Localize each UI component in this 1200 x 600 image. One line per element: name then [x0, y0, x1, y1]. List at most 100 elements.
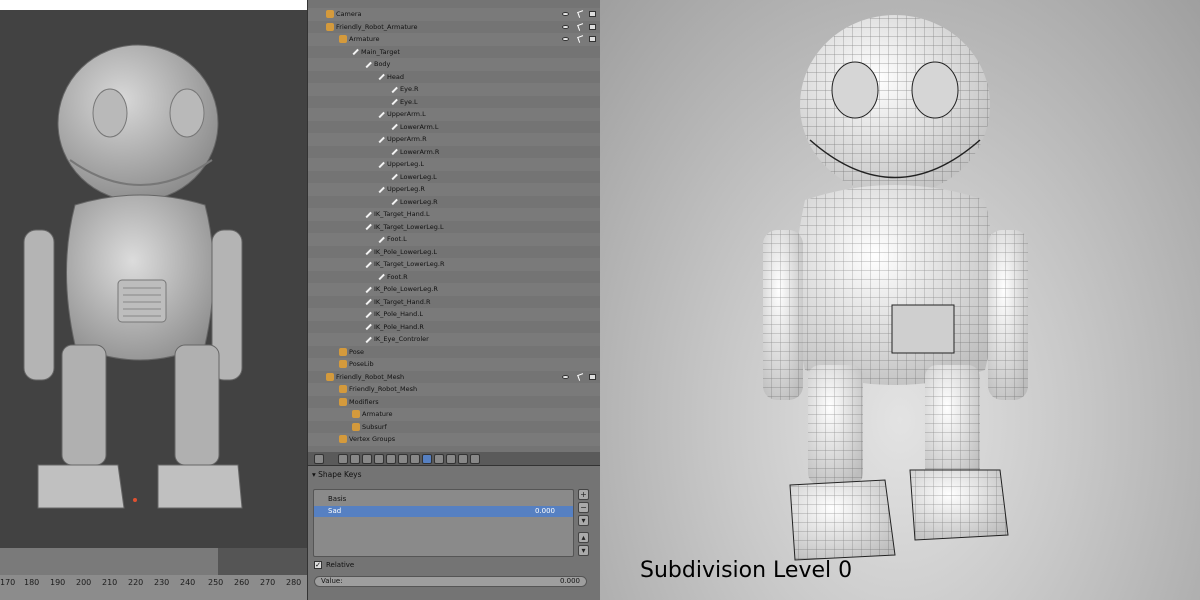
outliner-item[interactable]: IK_Target_Hand.L: [365, 208, 430, 221]
visibility-eye-icon[interactable]: [562, 374, 569, 379]
render-camera-icon[interactable]: [589, 23, 596, 30]
outliner-item[interactable]: Armature: [352, 408, 393, 421]
render-icon[interactable]: [338, 454, 348, 464]
outliner-row[interactable]: LowerArm.L: [308, 121, 600, 134]
outliner-item[interactable]: Friendly_Robot_Mesh: [339, 383, 417, 396]
outliner-row[interactable]: UpperArm.R: [308, 133, 600, 146]
outliner-item[interactable]: Friendly_Robot_Mesh: [326, 371, 404, 384]
outliner-row[interactable]: IK_Pole_LowerLeg.L: [308, 246, 600, 259]
render-camera-icon[interactable]: [589, 36, 596, 42]
outliner-row[interactable]: LowerArm.R: [308, 146, 600, 159]
outliner-row[interactable]: Head: [308, 71, 600, 84]
material-icon[interactable]: [434, 454, 444, 464]
selectable-arrow-icon[interactable]: [577, 35, 585, 43]
move-down-button[interactable]: ▾: [578, 545, 589, 556]
selectable-arrow-icon[interactable]: [577, 372, 585, 381]
outliner-item[interactable]: LowerArm.R: [391, 146, 439, 159]
selectable-arrow-icon[interactable]: [577, 10, 585, 18]
outliner-item[interactable]: IK_Target_LowerLeg.L: [365, 221, 444, 234]
remove-shape-key-button[interactable]: −: [578, 502, 589, 513]
outliner-item[interactable]: Vertex Groups: [339, 433, 395, 446]
render-camera-icon[interactable]: [589, 373, 596, 380]
move-up-button[interactable]: ▴: [578, 532, 589, 543]
outliner-item[interactable]: Eye.L: [391, 96, 418, 109]
outliner-row[interactable]: Friendly_Robot_Armature: [308, 21, 600, 34]
outliner-item[interactable]: Armature: [339, 33, 380, 46]
outliner-item[interactable]: IK_Eye_Controler: [365, 333, 429, 346]
outliner-item[interactable]: Foot.L: [378, 233, 407, 246]
shape-key-row[interactable]: Basis: [314, 494, 573, 505]
outliner-row[interactable]: IK_Target_LowerLeg.L: [308, 221, 600, 234]
outliner-row[interactable]: IK_Target_Hand.L: [308, 208, 600, 221]
modifiers-icon[interactable]: [410, 454, 420, 464]
outliner-row[interactable]: LowerLeg.L: [308, 171, 600, 184]
outliner-item[interactable]: Head: [378, 71, 404, 84]
outliner-row[interactable]: Pose: [308, 346, 600, 359]
outliner-row[interactable]: Modifiers: [308, 396, 600, 409]
outliner-item[interactable]: Pose: [339, 346, 364, 359]
3d-viewport[interactable]: [0, 10, 307, 548]
outliner-row[interactable]: Body: [308, 58, 600, 71]
outliner-row[interactable]: IK_Eye_Controler: [308, 333, 600, 346]
scene-icon[interactable]: [362, 454, 372, 464]
outliner-row[interactable]: IK_Target_LowerLeg.R: [308, 258, 600, 271]
outliner-item[interactable]: Modifiers: [339, 396, 379, 409]
particles-icon[interactable]: [458, 454, 468, 464]
shape-key-menu-button[interactable]: ▾: [578, 515, 589, 526]
shape-key-row-selected[interactable]: Sad 0.000: [314, 506, 573, 517]
outliner-row[interactable]: UpperLeg.R: [308, 183, 600, 196]
outliner-item[interactable]: IK_Target_Hand.R: [365, 296, 431, 309]
visibility-eye-icon[interactable]: [562, 37, 569, 41]
timeline[interactable]: 170 180 190 200 210 220 230 240 250 260 …: [0, 548, 307, 600]
outliner-row[interactable]: IK_Pole_Hand.L: [308, 308, 600, 321]
physics-icon[interactable]: [470, 454, 480, 464]
outliner-row[interactable]: PoseLib: [308, 358, 600, 371]
world-icon[interactable]: [374, 454, 384, 464]
outliner-row[interactable]: Armature: [308, 408, 600, 421]
outliner-item[interactable]: Subsurf: [352, 421, 387, 434]
value-field[interactable]: Value: 0.000: [314, 576, 587, 587]
outliner-item[interactable]: Foot.R: [378, 271, 408, 284]
outliner-item[interactable]: IK_Target_LowerLeg.R: [365, 258, 444, 271]
outliner-item[interactable]: UpperArm.L: [378, 108, 426, 121]
outliner-item[interactable]: UpperLeg.L: [378, 158, 424, 171]
outliner-row[interactable]: Foot.R: [308, 271, 600, 284]
outliner-item[interactable]: IK_Pole_Hand.L: [365, 308, 423, 321]
render-camera-icon[interactable]: [589, 11, 596, 17]
outliner-item[interactable]: PoseLib: [339, 358, 374, 371]
outliner-item[interactable]: Main_Target: [352, 46, 400, 59]
visibility-eye-icon[interactable]: [562, 12, 569, 16]
outliner-row[interactable]: IK_Target_Hand.R: [308, 296, 600, 309]
outliner-item[interactable]: LowerLeg.L: [391, 171, 437, 184]
outliner-panel[interactable]: Camera Friendly_Robot_Armature Armature Mai…: [307, 0, 600, 452]
add-shape-key-button[interactable]: +: [578, 489, 589, 500]
outliner-row[interactable]: Friendly_Robot_Mesh: [308, 383, 600, 396]
outliner-item[interactable]: Camera: [326, 8, 362, 21]
outliner-row[interactable]: Vertex Groups: [308, 433, 600, 446]
outliner-item[interactable]: Eye.R: [391, 83, 419, 96]
relative-checkbox[interactable]: ✓: [314, 561, 322, 569]
outliner-row[interactable]: IK_Pole_Hand.R: [308, 321, 600, 334]
outliner-item[interactable]: Body: [365, 58, 390, 71]
outliner-row[interactable]: Camera: [308, 8, 600, 21]
outliner-item[interactable]: IK_Pole_LowerLeg.R: [365, 283, 438, 296]
outliner-row[interactable]: Armature: [308, 33, 600, 46]
outliner-row[interactable]: IK_Pole_LowerLeg.R: [308, 283, 600, 296]
shape-keys-list[interactable]: Basis Sad 0.000: [313, 489, 574, 557]
outliner-item[interactable]: UpperArm.R: [378, 133, 427, 146]
outliner-row[interactable]: Main_Target: [308, 46, 600, 59]
editor-type-icon[interactable]: [314, 454, 324, 464]
outliner-item[interactable]: IK_Pole_LowerLeg.L: [365, 246, 437, 259]
render-layers-icon[interactable]: [350, 454, 360, 464]
outliner-item[interactable]: IK_Pole_Hand.R: [365, 321, 424, 334]
outliner-item[interactable]: Friendly_Robot_Armature: [326, 21, 418, 34]
object-icon[interactable]: [386, 454, 396, 464]
outliner-row[interactable]: LowerLeg.R: [308, 196, 600, 209]
outliner-row[interactable]: Eye.R: [308, 83, 600, 96]
outliner-item[interactable]: UpperLeg.R: [378, 183, 425, 196]
visibility-eye-icon[interactable]: [562, 24, 569, 29]
outliner-row[interactable]: Subsurf: [308, 421, 600, 434]
shape-keys-panel-header[interactable]: ▾ Shape Keys: [312, 470, 362, 479]
outliner-row[interactable]: Foot.L: [308, 233, 600, 246]
outliner-row[interactable]: Friendly_Robot_Mesh: [308, 371, 600, 384]
